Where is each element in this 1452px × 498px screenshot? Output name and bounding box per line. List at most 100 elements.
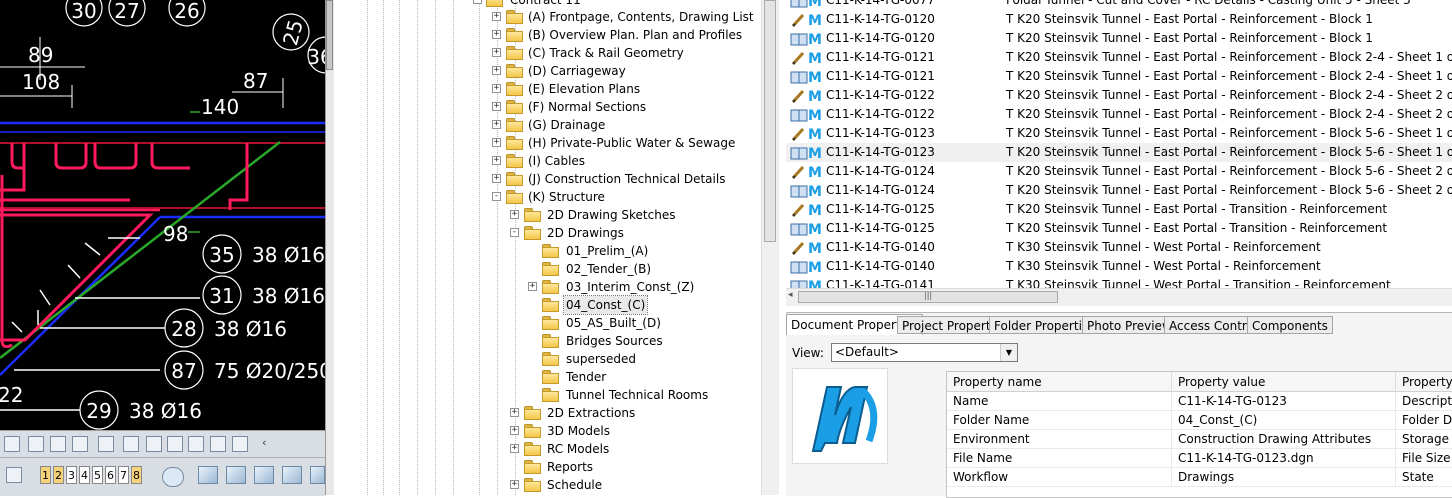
view-groups-icon[interactable] (6, 467, 22, 483)
expand-icon[interactable]: + (492, 102, 501, 111)
document-row[interactable]: M C11-K-14-TG-0077 Foldal Tunnel - Cut and… (786, 0, 1452, 10)
tree-item-label: Tunnel Technical Rooms (566, 388, 709, 402)
expand-icon[interactable]: + (492, 84, 501, 93)
collapse-icon[interactable]: - (510, 228, 519, 237)
folder-icon (506, 118, 523, 132)
checked-out-pencil-icon: M (791, 203, 822, 218)
display-style-icon[interactable] (146, 436, 162, 452)
view-cube-top-icon[interactable] (198, 466, 218, 484)
cad-view[interactable]: 30 27 26 25 36 89 108 87 140 (0, 0, 325, 430)
tab-components[interactable]: Components (1247, 316, 1333, 334)
clip-volume-icon[interactable] (123, 436, 139, 452)
attribute-display-icon[interactable] (188, 436, 204, 452)
document-row[interactable]: M C11-K-14-TG-0123 T K20 Steinsvik Tunnel … (786, 143, 1452, 162)
sync-views-icon[interactable] (162, 467, 184, 487)
document-row[interactable]: M C11-K-14-TG-0124 T K20 Steinsvik Tunnel … (786, 181, 1452, 200)
expand-icon[interactable]: + (492, 66, 501, 75)
property-name-cell[interactable]: Environment (947, 430, 1172, 449)
property-value-cell[interactable]: Construction Drawing Attributes (1172, 430, 1396, 449)
document-number: C11-K-14-TG-0125 (826, 202, 935, 216)
collapse-icon[interactable]: - (492, 192, 501, 201)
tree-vertical-scrollbar[interactable] (761, 0, 779, 495)
walk-icon[interactable] (28, 436, 44, 452)
scroll-left-icon[interactable]: ◂ (788, 290, 793, 300)
pan-icon[interactable] (4, 436, 20, 452)
expand-icon[interactable]: + (492, 30, 501, 39)
expand-icon[interactable]: + (492, 138, 501, 147)
document-row[interactable]: M C11-K-14-TG-0140 T K30 Steinsvik Tunnel … (786, 238, 1452, 257)
filter-icon[interactable] (98, 436, 114, 452)
view-button-4[interactable]: 4 (79, 466, 90, 484)
tab-photo-preview[interactable]: Photo Preview (1082, 316, 1177, 334)
view-button-6[interactable]: 6 (105, 466, 116, 484)
view-select[interactable]: <Default> ▼ (831, 343, 1018, 362)
property-name-cell[interactable]: File Name (947, 449, 1172, 468)
document-row[interactable]: M C11-K-14-TG-0121 T K20 Steinsvik Tunnel … (786, 48, 1452, 67)
expand-icon[interactable]: + (492, 12, 501, 21)
property-extra-cell[interactable]: Storage (1396, 430, 1452, 449)
expand-icon[interactable]: + (492, 120, 501, 129)
scroll-thumb[interactable] (764, 0, 776, 242)
document-row[interactable]: M C11-K-14-TG-0121 T K20 Steinsvik Tunnel … (786, 67, 1452, 86)
view-cube-front-icon[interactable] (226, 466, 246, 484)
document-row[interactable]: M C11-K-14-TG-0125 T K20 Steinsvik Tunnel … (786, 219, 1452, 238)
toolbar-overflow-icon[interactable]: ‹ (262, 436, 266, 449)
document-list-horizontal-scrollbar[interactable]: ◂ ||| (786, 288, 1452, 306)
view-button-3[interactable]: 3 (66, 466, 77, 484)
expand-icon[interactable]: + (510, 408, 519, 417)
document-row[interactable]: M C11-K-14-TG-0123 T K20 Steinsvik Tunnel … (786, 124, 1452, 143)
camera-icon[interactable] (210, 436, 226, 452)
property-value-cell[interactable]: C11-K-14-TG-0123 (1172, 392, 1396, 411)
chevron-down-icon[interactable]: ▼ (1000, 344, 1017, 361)
document-row[interactable]: M C11-K-14-TG-0120 T K20 Steinsvik Tunnel … (786, 10, 1452, 29)
property-extra-cell[interactable]: Descriptio (1396, 392, 1452, 411)
view-button-1[interactable]: 1 (40, 466, 51, 484)
property-extra-cell[interactable]: File Size (1396, 449, 1452, 468)
expand-icon[interactable]: + (510, 480, 519, 489)
property-value-cell[interactable]: C11-K-14-TG-0123.dgn (1172, 449, 1396, 468)
view-button-8[interactable]: 8 (131, 466, 142, 484)
view-button-7[interactable]: 7 (118, 466, 129, 484)
document-title: T K20 Steinsvik Tunnel - East Portal - R… (1006, 88, 1452, 102)
property-extra-cell[interactable]: State (1396, 468, 1452, 487)
document-row[interactable]: M C11-K-14-TG-0125 T K20 Steinsvik Tunnel … (786, 200, 1452, 219)
property-extra-cell[interactable]: Folder De (1396, 411, 1452, 430)
svg-text:22: 22 (0, 383, 23, 407)
document-row[interactable]: M C11-K-14-TG-0140 T K30 Steinsvik Tunnel … (786, 257, 1452, 276)
svg-text:35: 35 (209, 243, 234, 267)
window-area-icon[interactable] (50, 436, 66, 452)
view-cube-bottom-icon[interactable] (310, 466, 325, 484)
document-row[interactable]: M C11-K-14-TG-0122 T K20 Steinsvik Tunnel … (786, 86, 1452, 105)
expand-icon[interactable]: + (510, 444, 519, 453)
property-value-cell[interactable]: 04_Const_(C) (1172, 411, 1396, 430)
scroll-thumb[interactable] (326, 0, 333, 70)
expand-icon[interactable]: + (492, 48, 501, 57)
property-name-cell[interactable]: Folder Name (947, 411, 1172, 430)
column-header-property-value[interactable]: Property value (1172, 372, 1396, 392)
expand-icon[interactable]: + (510, 210, 519, 219)
document-row[interactable]: M C11-K-14-TG-0124 T K20 Steinsvik Tunnel … (786, 162, 1452, 181)
expand-icon[interactable]: + (492, 174, 501, 183)
document-list[interactable]: M C11-K-14-TG-0077 Foldal Tunnel - Cut and… (786, 0, 1452, 293)
cad-vertical-scrollbar[interactable] (325, 0, 334, 495)
level-display-icon[interactable] (167, 436, 183, 452)
expand-icon[interactable]: + (528, 282, 537, 291)
property-value-cell[interactable]: Drawings (1172, 468, 1396, 487)
collapse-icon[interactable]: - (473, 0, 482, 4)
document-row[interactable]: M C11-K-14-TG-0122 T K20 Steinsvik Tunnel … (786, 105, 1452, 124)
view-button-5[interactable]: 5 (92, 466, 103, 484)
property-name-cell[interactable]: Name (947, 392, 1172, 411)
view-cube-iso-icon[interactable] (282, 466, 302, 484)
copy-view-icon[interactable] (72, 436, 88, 452)
svg-text:M: M (808, 89, 822, 104)
column-header-property[interactable]: Property (1396, 372, 1452, 392)
folder-tree[interactable]: -Contract 11+(A) Frontpage, Contents, Dr… (334, 0, 761, 495)
view-attributes-icon[interactable] (232, 436, 248, 452)
expand-icon[interactable]: + (492, 156, 501, 165)
expand-icon[interactable]: + (510, 426, 519, 435)
document-row[interactable]: M C11-K-14-TG-0120 T K20 Steinsvik Tunnel … (786, 29, 1452, 48)
view-cube-right-icon[interactable] (254, 466, 274, 484)
property-name-cell[interactable]: Workflow (947, 468, 1172, 487)
view-button-2[interactable]: 2 (53, 466, 64, 484)
column-header-property-name[interactable]: Property name (947, 372, 1172, 392)
